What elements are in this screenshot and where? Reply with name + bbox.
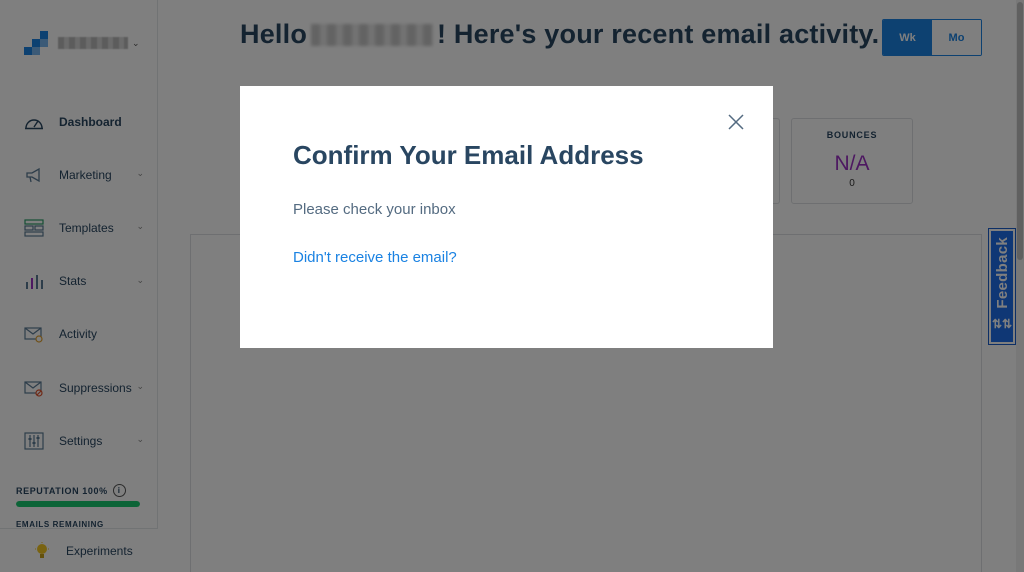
modal-message: Please check your inbox [293,201,456,218]
modal-title: Confirm Your Email Address [293,140,644,170]
confirm-email-modal: Confirm Your Email Address Please check … [240,86,773,348]
close-icon[interactable] [724,110,748,134]
resend-email-link[interactable]: Didn't receive the email? [293,249,457,266]
